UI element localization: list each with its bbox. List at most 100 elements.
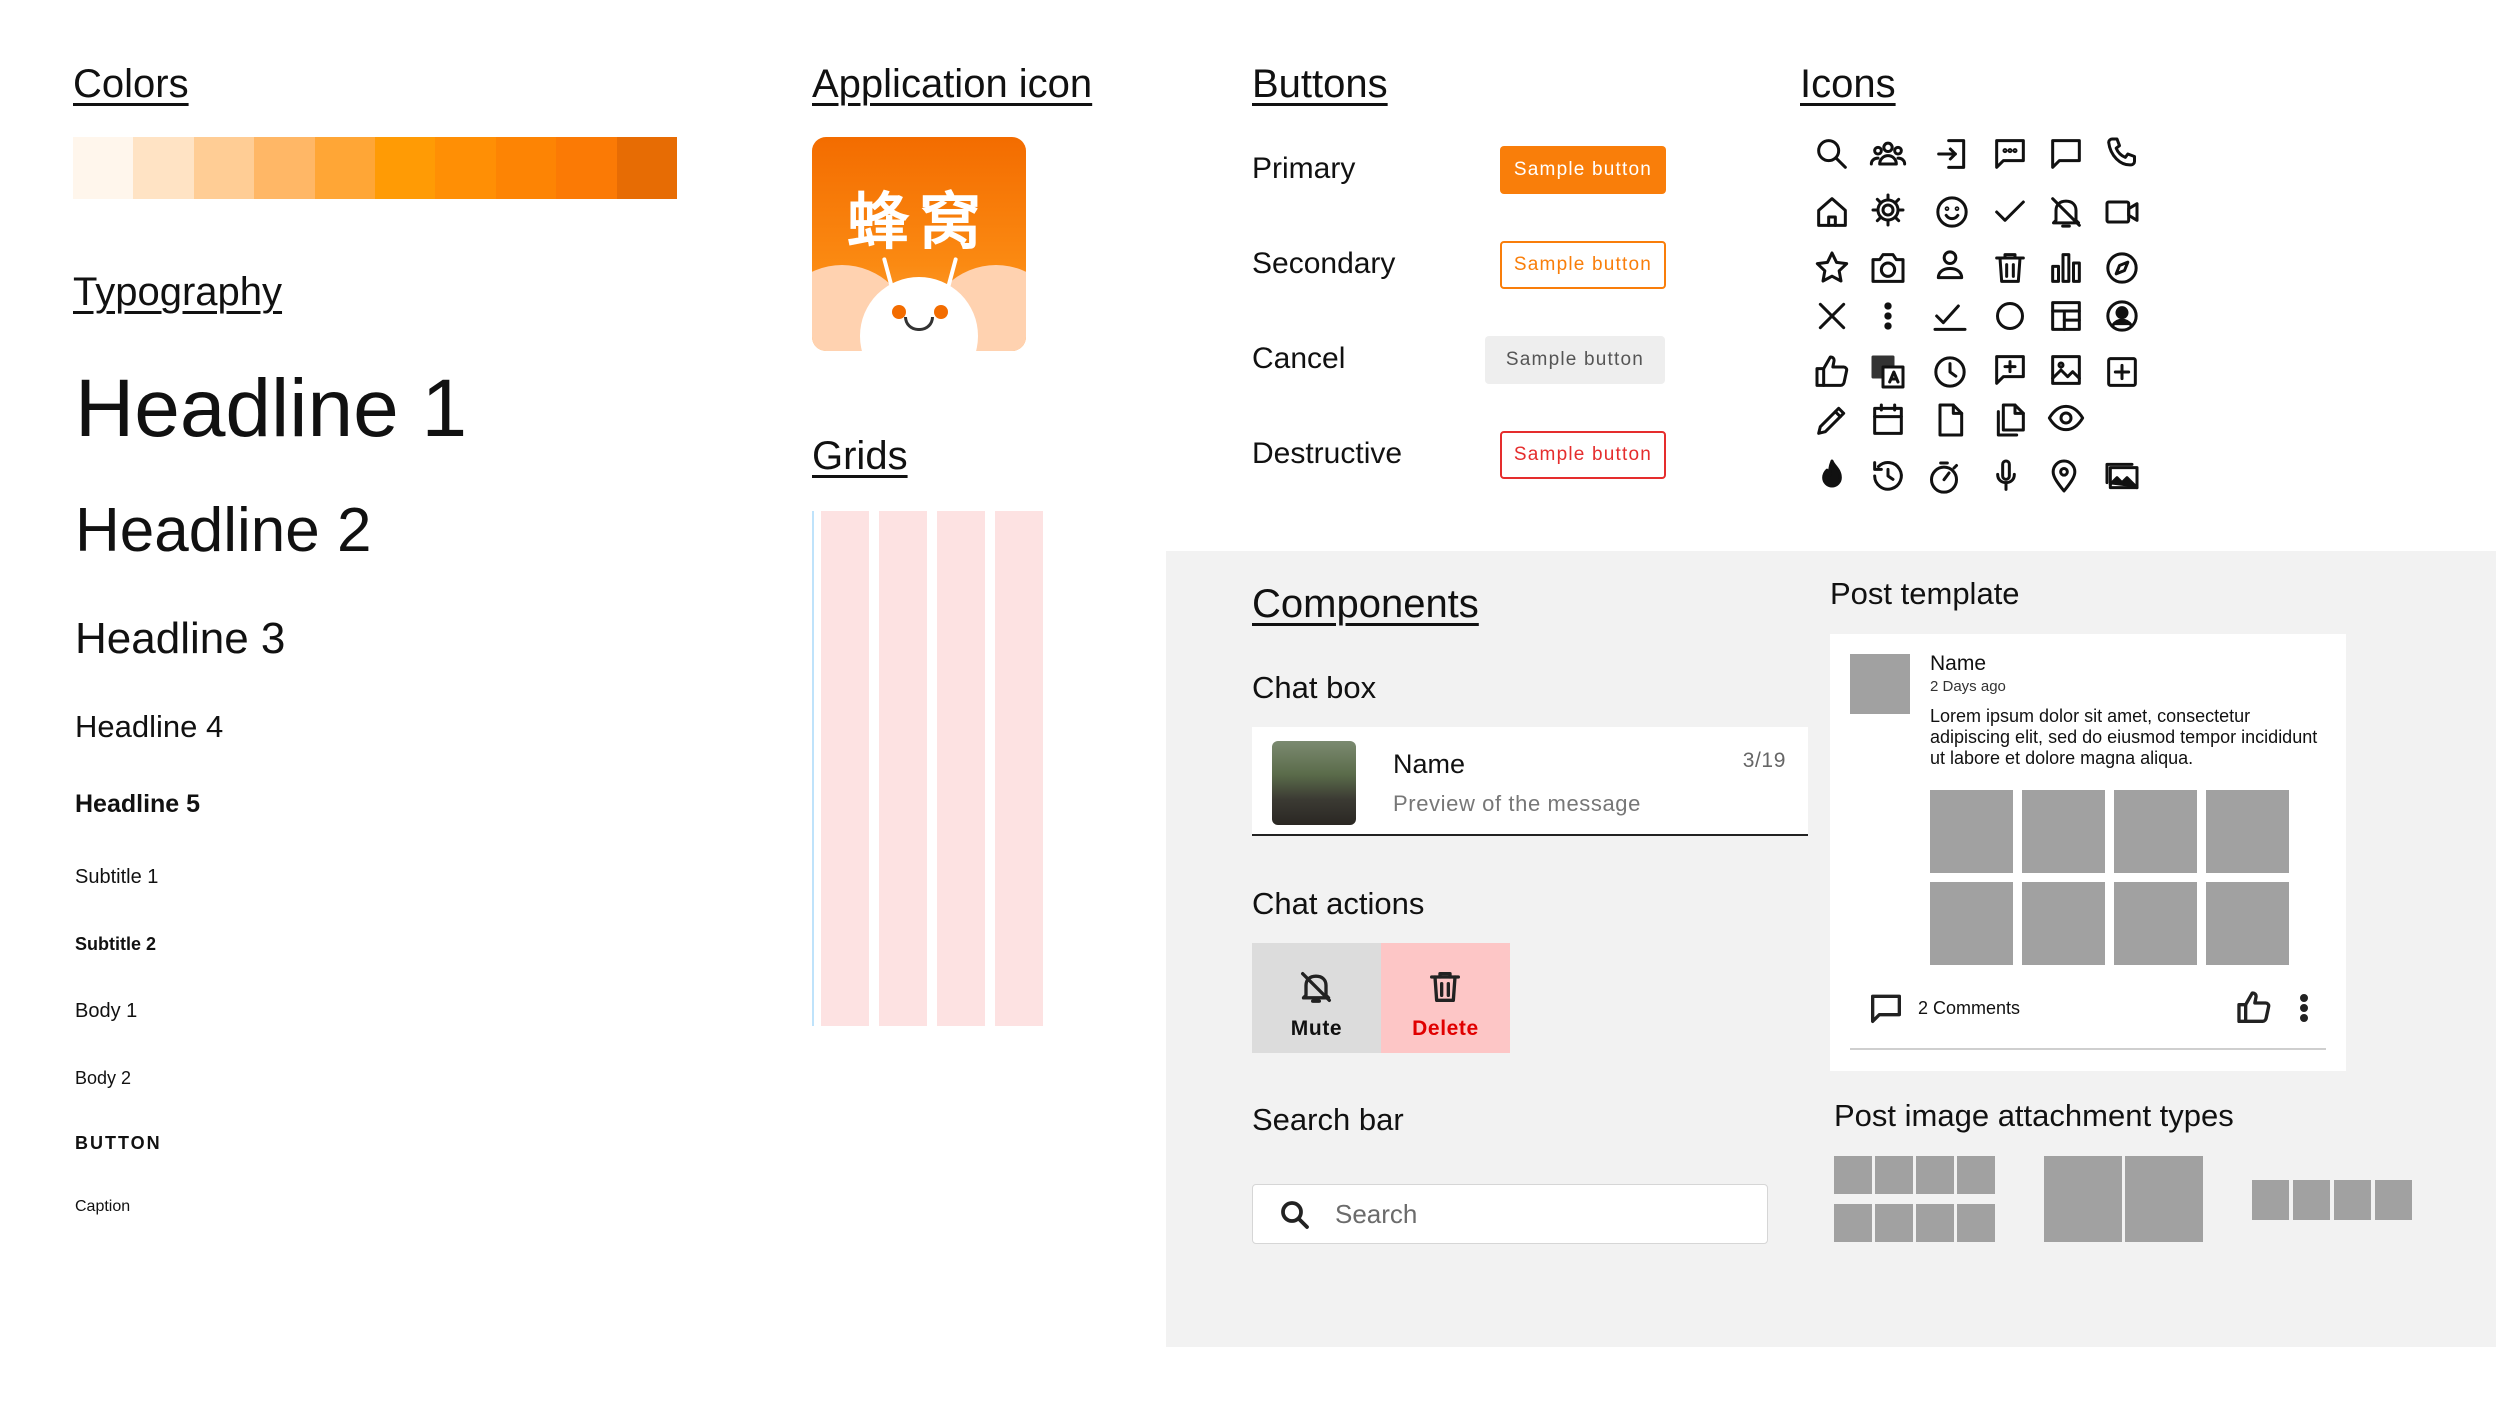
typography-title: Typography — [73, 270, 283, 314]
button-text-sample: BUTTON — [75, 1133, 162, 1153]
cancel-label: Cancel — [1252, 342, 1346, 375]
mute-button[interactable]: Mute — [1252, 943, 1381, 1053]
post-image-placeholder[interactable] — [2114, 882, 2197, 965]
pencil-icon — [1812, 400, 1852, 440]
subtitle-2-sample: Subtitle 2 — [75, 934, 157, 954]
destructive-sample-button[interactable]: Sample button — [1500, 431, 1666, 479]
attachment-row-cell — [2375, 1180, 2412, 1220]
more-vertical-icon — [1868, 296, 1908, 336]
post-image-placeholder[interactable] — [2206, 790, 2289, 873]
bell-off-icon — [1296, 967, 1336, 1007]
subtitle-1-sample: Subtitle 1 — [75, 866, 159, 888]
buttons-title: Buttons — [1252, 62, 1388, 106]
post-image-placeholder[interactable] — [2114, 790, 2197, 873]
color-swatch-9 — [556, 137, 617, 199]
more-vertical-icon[interactable] — [2284, 988, 2324, 1028]
app-icon-right-eye — [934, 305, 948, 319]
color-swatch-4 — [254, 137, 315, 199]
color-palette — [73, 137, 678, 199]
chat-actions-title: Chat actions — [1252, 886, 1425, 921]
check-icon — [1990, 192, 2030, 232]
color-swatch-6 — [375, 137, 436, 199]
attachment-row-cell — [2293, 1180, 2330, 1220]
mic-icon — [1986, 456, 2026, 496]
cancel-sample-button[interactable]: Sample button — [1485, 336, 1665, 384]
post-author-name: Name — [1930, 652, 1987, 675]
post-image-placeholder[interactable] — [1930, 882, 2013, 965]
attachment-grid-8-cell — [1916, 1204, 1954, 1242]
grids-title: Grids — [812, 434, 908, 478]
color-swatch-10 — [616, 137, 678, 199]
headline-1-sample: Headline 1 — [75, 363, 468, 454]
chat-count: 3/19 — [1742, 749, 1786, 772]
search-input[interactable] — [1335, 1193, 1755, 1235]
login-icon — [1932, 134, 1972, 174]
post-avatar — [1850, 654, 1910, 714]
file-icon — [1930, 400, 1970, 440]
chat-box-title: Chat box — [1252, 670, 1377, 705]
color-swatch-1 — [73, 137, 134, 199]
clock-icon — [1930, 352, 1970, 392]
search-icon — [1277, 1197, 1313, 1233]
components-title: Components — [1252, 582, 1479, 626]
app-icon-text: 蜂窝 — [846, 185, 991, 258]
color-swatch-8 — [495, 137, 557, 199]
caption-sample: Caption — [75, 1198, 131, 1215]
color-swatch-2 — [133, 137, 194, 199]
layout-icon — [2046, 296, 2086, 336]
chat-dots-icon — [1990, 134, 2030, 174]
photo-album-icon — [2102, 456, 2142, 496]
search-bar[interactable] — [1252, 1184, 1768, 1244]
attachment-grid-8-cell — [1957, 1204, 1995, 1242]
post-template-title: Post template — [1830, 576, 2020, 611]
mute-label: Mute — [1290, 1017, 1343, 1040]
primary-sample-button[interactable]: Sample button — [1500, 146, 1666, 194]
camera-icon — [1868, 248, 1908, 288]
timer-icon — [1924, 458, 1964, 498]
chat-avatar — [1272, 741, 1356, 825]
search-bar-title: Search bar — [1252, 1102, 1404, 1137]
chat-bubble-icon — [2046, 134, 2086, 174]
secondary-sample-button[interactable]: Sample button — [1500, 241, 1666, 289]
translate-icon — [1868, 352, 1908, 392]
chat-box[interactable]: Name Preview of the message 3/19 — [1252, 727, 1808, 836]
trash-icon — [1990, 248, 2030, 288]
grid-column-2 — [879, 511, 927, 1026]
attachment-grid-8-cell — [1834, 1156, 1872, 1194]
headline-5-sample: Headline 5 — [75, 790, 201, 818]
comment-icon[interactable] — [1866, 988, 1906, 1028]
smiley-icon — [1932, 192, 1972, 232]
post-image-placeholder[interactable] — [2022, 790, 2105, 873]
post-body: Lorem ipsum dolor sit amet, consectetur … — [1930, 706, 2318, 768]
body-2-sample: Body 2 — [75, 1068, 132, 1088]
body-1-sample: Body 1 — [75, 1000, 138, 1022]
checklist-icon — [1930, 296, 1970, 336]
gear-icon — [1868, 190, 1908, 230]
add-comment-icon — [1990, 350, 2030, 390]
color-swatch-3 — [193, 137, 255, 199]
post-date: 2 Days ago — [1930, 678, 2006, 695]
post-image-placeholder[interactable] — [2022, 882, 2105, 965]
close-icon — [1812, 296, 1852, 336]
grid-column-3 — [937, 511, 985, 1026]
add-box-icon — [2102, 352, 2142, 392]
headline-3-sample: Headline 3 — [75, 614, 286, 663]
home-icon — [1812, 192, 1852, 232]
bell-off-icon — [2046, 192, 2086, 232]
attachment-double-cell — [2125, 1156, 2203, 1242]
post-image-placeholder[interactable] — [1930, 790, 2013, 873]
compass-icon — [2102, 248, 2142, 288]
delete-button[interactable]: Delete — [1381, 943, 1510, 1053]
chat-name: Name — [1393, 749, 1466, 779]
attachment-grid-8-cell — [1834, 1204, 1872, 1242]
post-comments-count[interactable]: 2 Comments — [1918, 998, 2020, 1019]
post-card: Name 2 Days ago Lorem ipsum dolor sit am… — [1830, 634, 2346, 1071]
fire-icon — [1812, 456, 1852, 496]
copy-icon — [1990, 400, 2030, 440]
post-image-placeholder[interactable] — [2206, 882, 2289, 965]
attachment-grid-8-cell — [1875, 1156, 1913, 1194]
thumb-up-icon[interactable] — [2234, 988, 2274, 1028]
colors-title: Colors — [73, 62, 189, 106]
grid-column-4 — [995, 511, 1043, 1026]
history-icon — [1868, 456, 1908, 496]
